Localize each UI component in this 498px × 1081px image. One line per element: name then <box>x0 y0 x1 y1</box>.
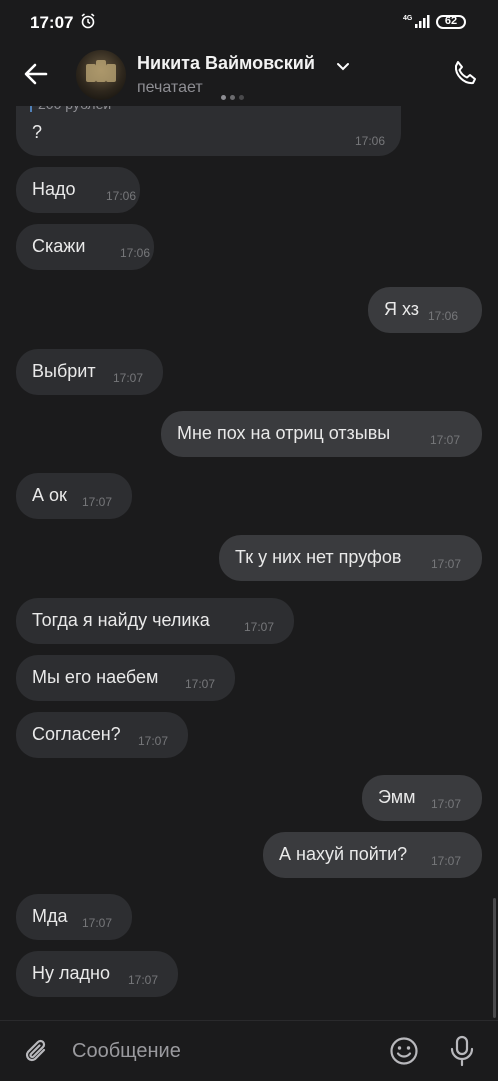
message-text: Эмм <box>378 787 416 807</box>
message-time: 17:07 <box>185 677 216 691</box>
message-time: 17:07 <box>244 620 275 634</box>
message-bubble-incoming[interactable]: Надо 17:06 <box>16 167 140 213</box>
microphone-icon[interactable] <box>449 1035 475 1072</box>
chevron-down-icon[interactable] <box>336 59 350 77</box>
message-bubble-incoming[interactable]: Выбрит 17:07 <box>16 349 163 395</box>
status-bar: 17:07 4G 62 <box>0 0 498 44</box>
message-bubble-incoming[interactable]: Тогда я найду челика 17:07 <box>16 598 294 644</box>
message-bubble-outgoing[interactable]: Я хз 17:06 <box>368 287 482 333</box>
message-bubble-incoming[interactable]: Ну ладно 17:07 <box>16 951 178 997</box>
message-time: 17:07 <box>431 797 462 811</box>
message-text: Мда <box>32 906 68 926</box>
status-time: 17:07 <box>30 13 74 32</box>
message-time: 17:07 <box>82 495 113 509</box>
avatar[interactable] <box>76 50 126 100</box>
message-bubble-incoming[interactable]: Скажи 17:06 <box>16 224 154 270</box>
message-bubble-incoming[interactable]: Мы его наебем 17:07 <box>16 655 235 701</box>
message-time: 17:07 <box>113 371 144 385</box>
message-time: 17:06 <box>354 134 385 148</box>
message-bubble-outgoing[interactable]: Мне пох на отриц отзывы 17:07 <box>161 411 482 457</box>
message-time: 17:06 <box>120 246 151 260</box>
message-bubble-outgoing[interactable]: А нахуй пойти? 17:07 <box>263 832 482 878</box>
message-text: А нахуй пойти? <box>279 844 408 864</box>
message-bubble-incoming[interactable]: Согласен? 17:07 <box>16 712 188 758</box>
message-time: 17:07 <box>138 734 169 748</box>
message-time: 17:07 <box>431 557 462 571</box>
message-time: 17:06 <box>106 189 137 203</box>
battery-icon: 62 <box>436 15 466 29</box>
phone-icon[interactable] <box>450 58 480 93</box>
battery-level: 62 <box>444 15 458 27</box>
message-bubble-incoming[interactable]: Мда 17:07 <box>16 894 132 940</box>
typing-status: печатает <box>137 79 203 96</box>
arrow-left-icon[interactable] <box>22 60 50 93</box>
scrollbar[interactable] <box>493 898 496 1018</box>
message-bubble-outgoing[interactable]: Тк у них нет пруфов 17:07 <box>219 535 482 581</box>
message-text: ? <box>32 122 43 142</box>
message-text: Я хз <box>384 299 420 319</box>
message-text: Тк у них нет пруфов <box>235 547 402 567</box>
message-bubble-incoming[interactable]: А ок 17:07 <box>16 473 132 519</box>
smile-icon[interactable] <box>389 1036 419 1071</box>
paperclip-icon[interactable] <box>22 1037 52 1072</box>
message-time: 17:07 <box>82 916 113 930</box>
message-text: Тогда я найду челика <box>32 610 210 630</box>
message-bubble-outgoing[interactable]: Эмм 17:07 <box>362 775 482 821</box>
alarm-clock-icon <box>80 13 96 34</box>
message-text: Согласен? <box>32 724 121 744</box>
message-text: Мы его наебем <box>32 667 159 687</box>
composer-bar <box>0 1020 498 1081</box>
message-time: 17:07 <box>128 973 159 987</box>
typing-dots-icon <box>221 87 248 105</box>
message-time: 17:07 <box>430 433 461 447</box>
signal-icon: 4G <box>403 13 431 34</box>
chat-header: Никита Ваймовский печатает <box>0 44 498 106</box>
message-text: Скажи <box>32 236 86 256</box>
message-text: Выбрит <box>32 361 96 381</box>
message-text: А ок <box>32 485 67 505</box>
message-time: 17:06 <box>428 309 459 323</box>
contact-name[interactable]: Никита Ваймовский <box>137 53 315 74</box>
message-text: Ну ладно <box>32 963 110 983</box>
message-text: Надо <box>32 179 76 199</box>
message-time: 17:07 <box>431 854 462 868</box>
message-input[interactable] <box>72 1035 372 1067</box>
message-text: Мне пох на отриц отзывы <box>177 423 391 443</box>
svg-text:4G: 4G <box>403 15 413 22</box>
